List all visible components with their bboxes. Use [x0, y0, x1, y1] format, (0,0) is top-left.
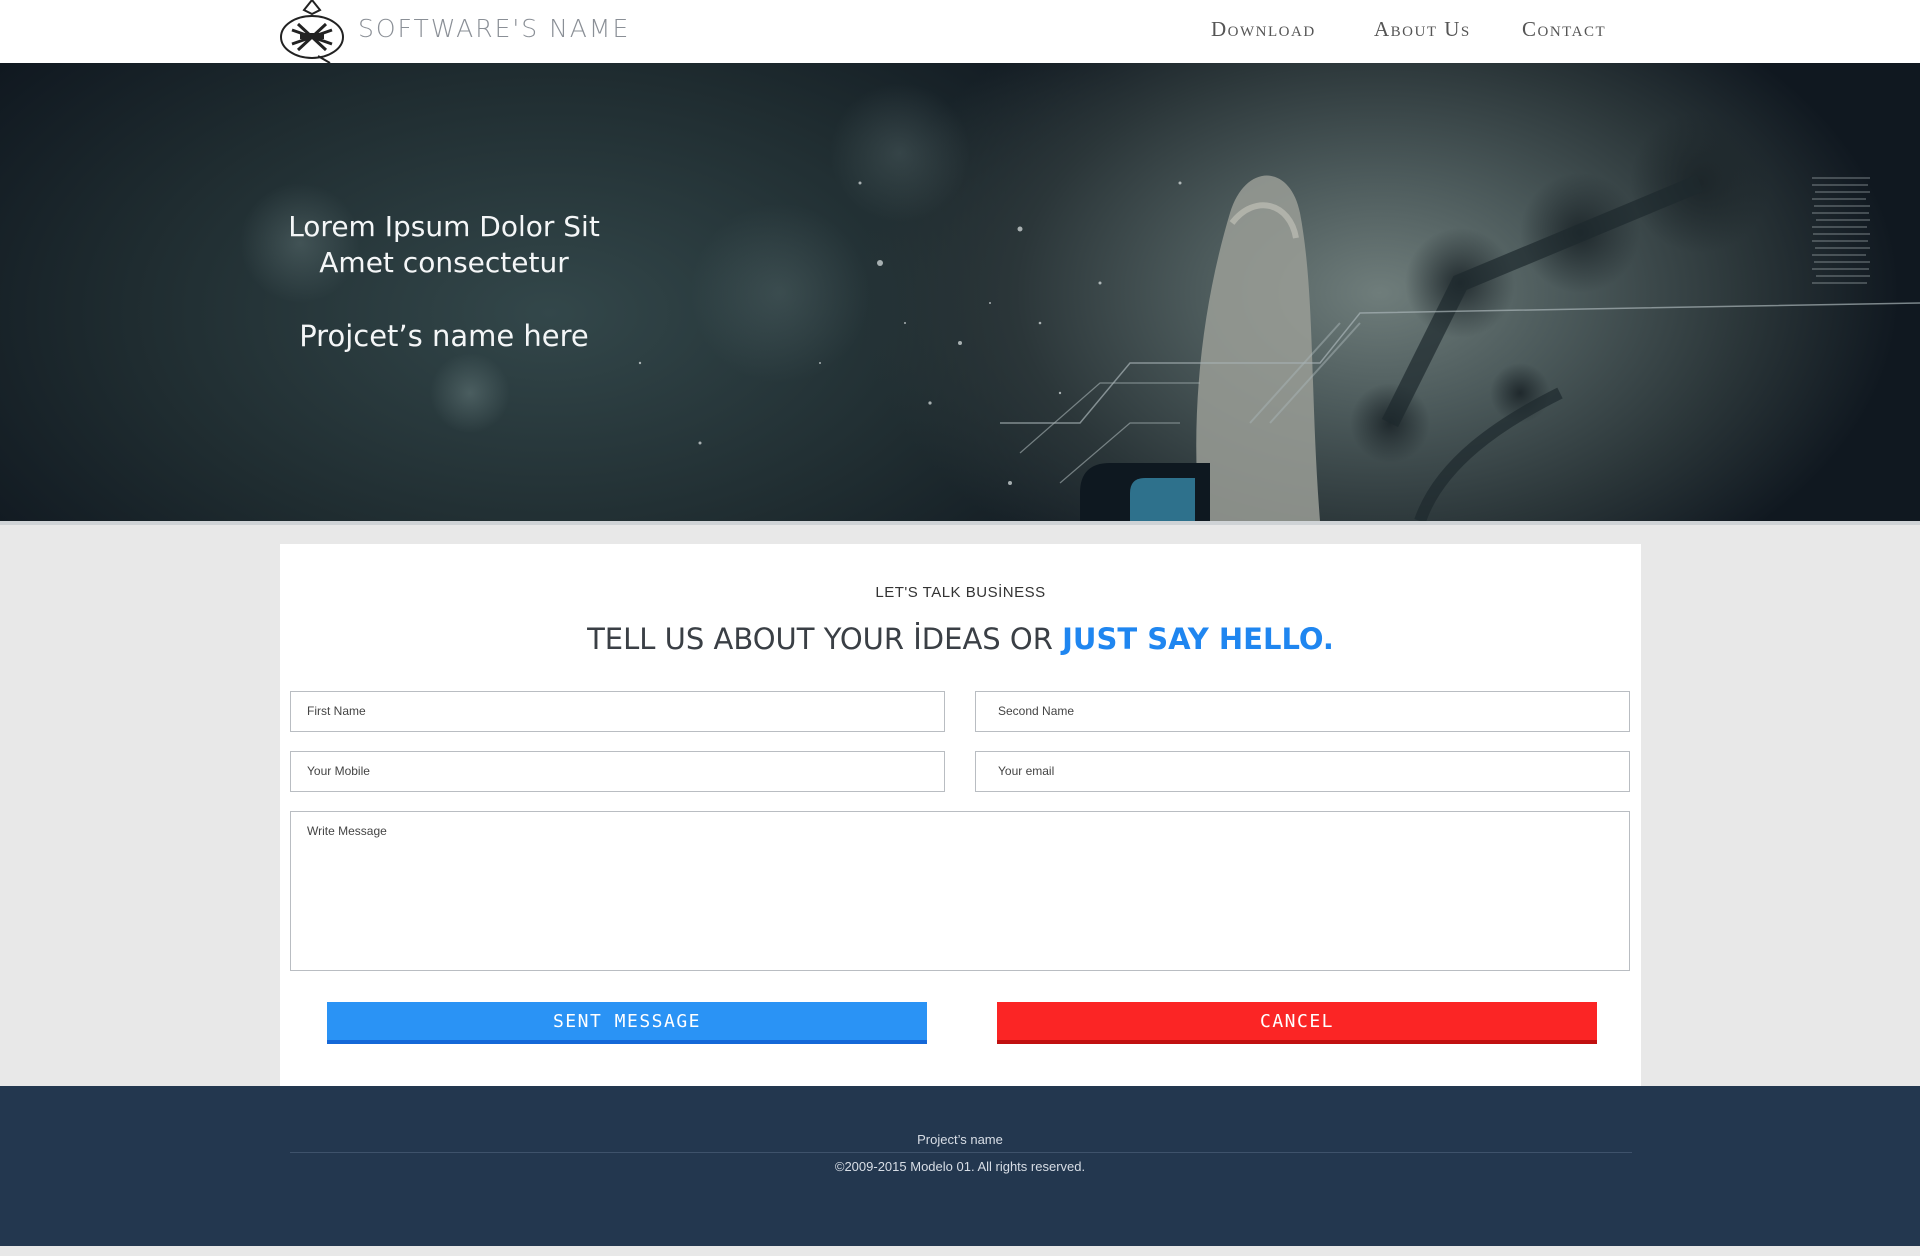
- nav-about-us[interactable]: About Us: [1374, 17, 1471, 42]
- hero-divider: [0, 521, 1920, 525]
- second-name-field[interactable]: Second Name: [975, 691, 1630, 732]
- footer-divider: [290, 1152, 1632, 1153]
- hero-background-art: [240, 83, 1920, 521]
- contact-eyebrow: LET'S TALK BUSİNESS: [875, 584, 1046, 601]
- nav-contact[interactable]: Contact: [1522, 17, 1606, 42]
- send-message-button[interactable]: SENT MESSAGE: [327, 1002, 927, 1044]
- nav-download[interactable]: Download: [1211, 17, 1316, 42]
- top-header: SOFTWARE'S NAME Download About Us Contac…: [0, 0, 1920, 63]
- hero-headline-line1: Lorem Ipsum Dolor Sit: [288, 210, 600, 243]
- email-field[interactable]: Your email: [975, 751, 1630, 792]
- brand-name[interactable]: SOFTWARE'S NAME: [358, 14, 630, 43]
- first-name-field[interactable]: First Name: [290, 691, 945, 732]
- footer-project-name: Project’s name: [917, 1132, 1003, 1147]
- message-textarea[interactable]: Write Message: [290, 811, 1630, 971]
- site-footer: Project’s name ©2009-2015 Modelo 01. All…: [0, 1086, 1920, 1246]
- contact-card: LET'S TALK BUSİNESS TELL US ABOUT YOUR İ…: [280, 544, 1641, 1086]
- footer-copyright: ©2009-2015 Modelo 01. All rights reserve…: [834, 1159, 1086, 1174]
- cancel-button[interactable]: CANCEL: [997, 1002, 1597, 1044]
- contact-heading-accent: JUST SAY HELLO.: [1062, 622, 1334, 656]
- hero-headline: Lorem Ipsum Dolor Sit Amet consectetur: [284, 209, 604, 281]
- contact-heading: TELL US ABOUT YOUR İDEAS OR JUST SAY HEL…: [280, 622, 1641, 656]
- mobile-field[interactable]: Your Mobile: [290, 751, 945, 792]
- hero-banner: Lorem Ipsum Dolor Sit Amet consectetur P…: [0, 63, 1920, 521]
- hero-project-name: Projcet’s name here: [299, 319, 589, 353]
- logo-icon[interactable]: [278, 0, 346, 63]
- contact-heading-prefix: TELL US ABOUT YOUR İDEAS OR: [587, 622, 1063, 656]
- hero-headline-line2: Amet consectetur: [319, 246, 569, 279]
